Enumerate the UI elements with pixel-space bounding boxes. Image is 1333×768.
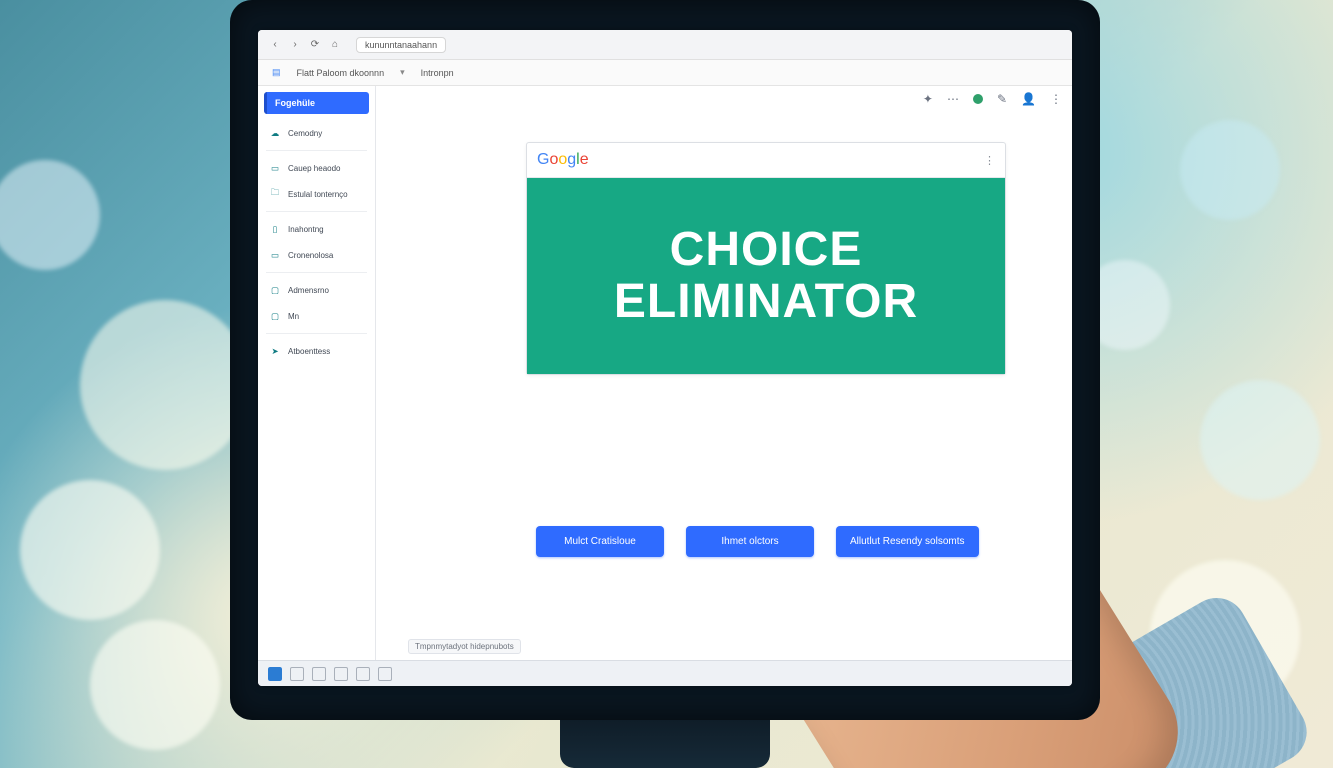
taskbar-app-icon[interactable] [356,667,370,681]
bag-icon: ▯ [268,222,282,236]
sidebar: Fogehüle ☁ Cemodny ▭ Cauep heaodo 🗀 Estu… [258,86,376,660]
taskbar [258,660,1072,686]
action-row: Mulct Cratisloue Ihmet olctors Allutlut … [536,526,979,557]
action-button-2[interactable]: Ihmet olctors [686,526,814,557]
taskbar-app-icon[interactable] [378,667,392,681]
body-area: Fogehüle ☁ Cemodny ▭ Cauep heaodo 🗀 Estu… [258,86,1072,660]
person-icon[interactable]: 👤 [1021,92,1036,106]
address-bar[interactable]: kununntanaahann [356,37,446,53]
sidebar-item-label: Mn [288,312,299,321]
scene: ‹ › ⟳ ⌂ kununntanaahann ▤ Flatt Paloom d… [0,0,1333,768]
sidebar-item[interactable]: 🗀 Estulal tonternço [258,181,375,207]
sidebar-item[interactable]: ▯ Inahontng [258,216,375,242]
cloud-icon: ☁ [268,126,282,140]
note-icon: ▢ [268,283,282,297]
sidebar-divider [266,333,367,334]
sidebar-item-label: Admensrno [288,286,329,295]
main-canvas: ✦ ⋯ ✎ 👤 ⋮ Google ⋮ [376,86,1072,660]
sidebar-primary-item[interactable]: Fogehüle [264,92,369,114]
sidebar-item-label: Cemodny [288,129,322,138]
taskbar-app-icon[interactable] [334,667,348,681]
sidebar-item[interactable]: ▭ Cronenolosa [258,242,375,268]
nav-home-icon[interactable]: ⌂ [328,38,342,52]
action-button-1[interactable]: Mulct Cratisloue [536,526,664,557]
sidebar-item[interactable]: ▢ Mn [258,303,375,329]
addon-card: Google ⋮ CHOICE ELIMINATOR [526,142,1006,375]
card-header: Google ⋮ [527,143,1005,178]
sidebar-item[interactable]: ☁ Cemodny [258,120,375,146]
sidebar-divider [266,150,367,151]
hero-line1: CHOICE [670,223,863,276]
dropdown-label[interactable]: Intronpn [421,68,454,78]
tool-icon[interactable]: ✦ [923,92,933,106]
card-menu-icon[interactable]: ⋮ [984,154,995,167]
folder2-icon: ▭ [268,248,282,262]
taskbar-app-icon[interactable] [312,667,326,681]
nav-reload-icon[interactable]: ⟳ [308,38,322,52]
status-line: Tmpnmytadyot hidepnubots [408,639,521,654]
card-icon: ▭ [268,161,282,175]
sidebar-divider [266,211,367,212]
google-logo: Google [537,151,589,169]
action-button-3[interactable]: Allutlut Resendy solsomts [836,526,979,557]
more-icon[interactable]: ⋮ [1050,92,1062,106]
sidebar-item-label: Inahontng [288,225,324,234]
sidebar-item[interactable]: ▭ Cauep heaodo [258,155,375,181]
sidebar-divider [266,272,367,273]
chevron-down-icon[interactable]: ▾ [400,67,405,78]
sidebar-item-label: Estulal tonternço [288,190,348,199]
nav-forward-icon[interactable]: › [288,38,302,52]
folder-icon: 🗀 [268,187,282,201]
hero-banner: CHOICE ELIMINATOR [527,178,1005,374]
nav-back-icon[interactable]: ‹ [268,38,282,52]
sidebar-item[interactable]: ▢ Admensrno [258,277,375,303]
tool-icon[interactable]: ⋯ [947,92,959,106]
sidebar-item[interactable]: ➤ Atboenttess [258,338,375,364]
start-button[interactable] [268,667,282,681]
hero-line2: ELIMINATOR [543,276,989,328]
square-icon: ▢ [268,309,282,323]
taskbar-app-icon[interactable] [290,667,304,681]
document-icon: ▤ [272,67,281,78]
screen: ‹ › ⟳ ⌂ kununntanaahann ▤ Flatt Paloom d… [258,30,1072,686]
document-title: Flatt Paloom dkoonnn [297,68,385,78]
sidebar-item-label: Atboenttess [288,347,330,356]
send-icon: ➤ [268,344,282,358]
sidebar-item-label: Cauep heaodo [288,164,341,173]
top-right-tools: ✦ ⋯ ✎ 👤 ⋮ [923,92,1062,106]
browser-chrome: ‹ › ⟳ ⌂ kununntanaahann [258,30,1072,60]
monitor-stand [560,720,770,768]
pencil-icon[interactable]: ✎ [997,92,1007,106]
document-tab-row: ▤ Flatt Paloom dkoonnn ▾ Intronpn [258,60,1072,86]
monitor-bezel: ‹ › ⟳ ⌂ kununntanaahann ▤ Flatt Paloom d… [230,0,1100,720]
sidebar-item-label: Cronenolosa [288,251,333,260]
notification-dot[interactable] [973,94,983,104]
